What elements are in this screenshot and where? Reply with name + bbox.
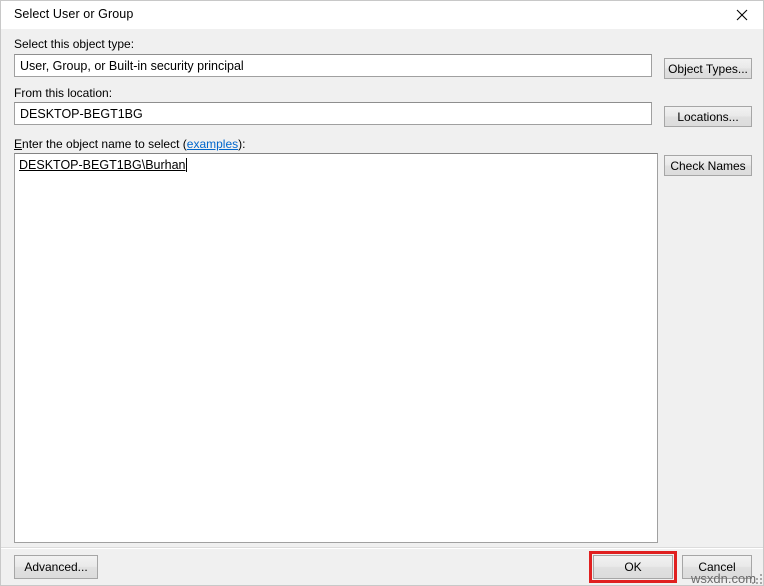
resize-grip[interactable] <box>751 573 763 585</box>
footer-divider-highlight <box>1 548 763 549</box>
object-name-label-text: nter the object name to select ( <box>22 137 187 151</box>
examples-link[interactable]: examples <box>187 137 238 151</box>
object-name-value: DESKTOP-BEGT1BG\Burhan <box>19 158 186 172</box>
object-type-label: Select this object type: <box>14 37 135 51</box>
object-type-field[interactable]: User, Group, or Built-in security princi… <box>14 54 652 77</box>
object-types-button[interactable]: Object Types... <box>664 58 752 79</box>
select-user-or-group-dialog: Select User or Group Select this object … <box>0 0 764 586</box>
text-caret <box>185 158 187 172</box>
object-name-label-accesskey: E <box>14 137 23 151</box>
advanced-button[interactable]: Advanced... <box>14 555 98 579</box>
watermark: wsxdn.com <box>691 571 757 586</box>
object-name-label: Enter the object name to select (example… <box>14 137 245 151</box>
object-name-input[interactable]: DESKTOP-BEGT1BG\Burhan <box>14 153 658 543</box>
dialog-body: Select this object type: User, Group, or… <box>1 29 763 586</box>
location-field[interactable]: DESKTOP-BEGT1BG <box>14 102 652 125</box>
title-bar: Select User or Group <box>1 1 763 29</box>
locations-button[interactable]: Locations... <box>664 106 752 127</box>
location-label: From this location: <box>14 86 113 100</box>
object-name-value-row: DESKTOP-BEGT1BG\Burhan <box>19 157 187 173</box>
ok-button[interactable]: OK <box>593 555 673 579</box>
check-names-button[interactable]: Check Names <box>664 155 752 176</box>
close-icon[interactable] <box>719 1 763 29</box>
window-title: Select User or Group <box>14 7 134 21</box>
object-name-label-suffix: ): <box>238 137 246 151</box>
